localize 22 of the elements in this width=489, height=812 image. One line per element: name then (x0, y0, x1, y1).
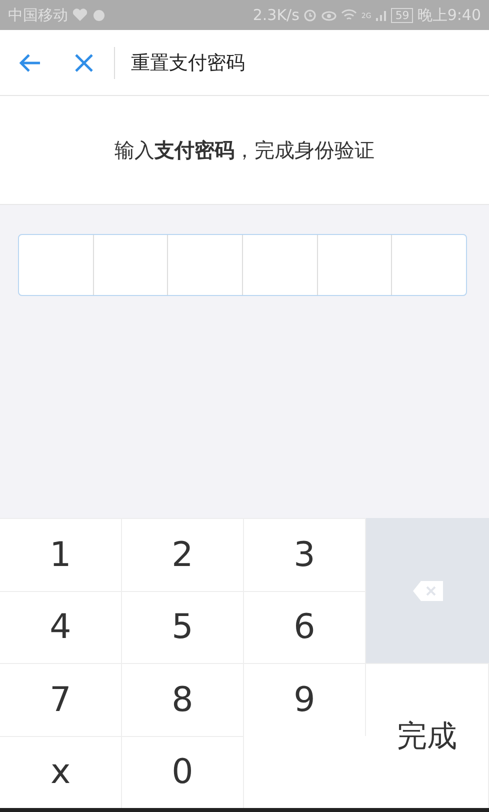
backspace-icon (412, 580, 444, 602)
password-field[interactable] (18, 234, 467, 296)
digit-key[interactable]: 8 (122, 663, 244, 736)
digit-key[interactable]: 4 (0, 590, 122, 663)
digit-key[interactable]: 1 (0, 518, 122, 590)
digit-key[interactable]: 9 (244, 663, 366, 736)
page-title: 重置支付密码 (131, 50, 245, 76)
digit-key[interactable]: 6 (244, 590, 366, 663)
heart-icon (72, 8, 88, 22)
back-arrow-icon[interactable] (18, 52, 42, 72)
digit-key[interactable]: 7 (0, 663, 122, 736)
done-key[interactable]: 完成 (366, 663, 489, 808)
eye-icon (321, 8, 338, 22)
instruction-text: 输入支付密码，完成身份验证 (114, 136, 374, 164)
wifi-icon (341, 8, 358, 22)
digit-key[interactable]: 3 (244, 518, 366, 590)
signal-icon (375, 8, 388, 22)
digit-key[interactable]: x (0, 736, 122, 808)
close-icon[interactable] (74, 52, 94, 72)
digit-key[interactable]: 0 (122, 736, 244, 808)
digit-key[interactable]: 5 (122, 590, 244, 663)
digit-key[interactable]: 2 (122, 518, 244, 590)
